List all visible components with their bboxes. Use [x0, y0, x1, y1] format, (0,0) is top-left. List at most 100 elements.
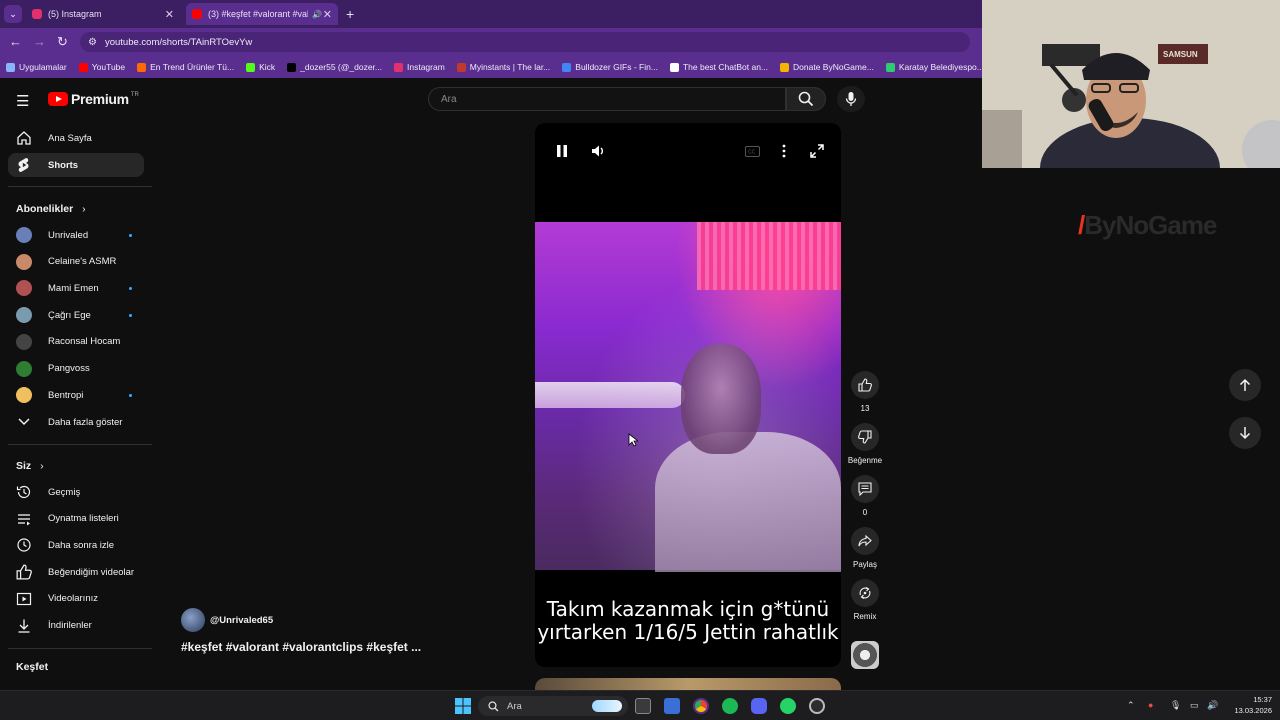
microsoft-store-icon[interactable] [664, 698, 680, 714]
windows-start-icon[interactable] [455, 698, 471, 714]
search-input[interactable]: Ara [428, 87, 786, 111]
youtube-premium-logo[interactable]: Premium TR [48, 91, 139, 107]
fullscreen-button[interactable] [807, 141, 827, 161]
bookmark-item[interactable]: Karatay Belediyespo... [885, 62, 982, 72]
tray-overflow-icon[interactable]: ⌃ [1127, 700, 1135, 711]
tab-youtube-short[interactable]: (3) #keşfet #valorant #valo 🔊 ✕ [186, 3, 338, 25]
svg-text:CC: CC [748, 149, 756, 155]
search-button[interactable] [786, 87, 826, 111]
sidebar-item-shorts[interactable]: Shorts [8, 153, 144, 177]
spotify-icon[interactable] [722, 698, 738, 714]
sidebar-channel-item[interactable]: Raconsal Hocam [8, 330, 144, 354]
steam-icon[interactable] [809, 698, 825, 714]
channel-avatar[interactable] [181, 608, 205, 632]
bookmark-item[interactable]: Uygulamalar [6, 62, 67, 72]
bookmark-favicon-icon [246, 62, 256, 72]
sidebar-item-download[interactable]: İndirilenler [8, 614, 144, 638]
sidebar-item-label: Videolarınız [48, 593, 98, 605]
bookmark-item[interactable]: Kick [246, 62, 275, 72]
close-tab-icon[interactable]: ✕ [323, 8, 332, 21]
bookmark-favicon-icon [78, 62, 88, 72]
more-options-button[interactable] [774, 141, 794, 161]
bookmark-item[interactable]: Bulldozer GIFs - Fin... [562, 62, 658, 72]
arrow-up-icon [1239, 378, 1251, 391]
sound-thumbnail[interactable] [851, 641, 879, 669]
reload-icon[interactable]: ↻ [57, 34, 68, 50]
chevron-right-icon: › [40, 460, 44, 472]
audio-playing-icon[interactable]: 🔊 [312, 10, 322, 19]
brand-text: ByNoGame [1084, 210, 1217, 240]
remix-button[interactable]: Remix [849, 579, 881, 621]
share-icon [858, 534, 872, 547]
network-icon[interactable]: ▭ [1190, 700, 1199, 711]
sidebar-item-video[interactable]: Videolarınız [8, 587, 144, 611]
sidebar-item-history[interactable]: Geçmiş [8, 480, 144, 504]
sidebar-item-home[interactable]: Ana Sayfa [8, 126, 144, 150]
video-title[interactable]: #keşfet #valorant #valorantclips #keşfet… [181, 640, 421, 654]
bookmark-favicon-icon [669, 62, 679, 72]
video-caption: Takım kazanmak için g*tünü yırtarken 1/1… [537, 597, 839, 644]
sidebar-channel-item[interactable]: Unrivaled [8, 223, 144, 247]
video-frame[interactable]: Takım kazanmak için g*tünü yırtarken 1/1… [535, 222, 841, 644]
bookmark-item[interactable]: Instagram [394, 62, 445, 72]
new-tab-button[interactable]: + [346, 6, 354, 22]
you-heading[interactable]: Siz › [16, 460, 44, 472]
sidebar-item-label: Pangvoss [48, 363, 90, 374]
playlist-icon [16, 511, 32, 527]
site-info-icon[interactable]: ⚙ [88, 37, 97, 48]
bookmark-item[interactable]: En Trend Ürünler Tü... [137, 62, 234, 72]
tab-instagram[interactable]: (5) Instagram ✕ [26, 3, 180, 25]
tab-list-button[interactable]: ⌄ [4, 5, 22, 23]
microphone-tray-icon[interactable]: 🎙 [1170, 700, 1181, 711]
address-bar[interactable]: ⚙ youtube.com/shorts/TAinRTOevYw [80, 32, 970, 52]
tray-app-icon[interactable]: ● [1148, 700, 1153, 710]
close-tab-icon[interactable]: ✕ [165, 8, 174, 21]
sidebar-item-playlist[interactable]: Oynatma listeleri [8, 507, 144, 531]
forward-icon[interactable]: → [33, 34, 46, 49]
browser-toolbar: ← → ↻ ⚙ youtube.com/shorts/TAinRTOevYw [0, 28, 982, 56]
previous-video-button[interactable] [1229, 369, 1261, 401]
like-count: 13 [860, 404, 870, 413]
bookmark-item[interactable]: Donate ByNoGame... [780, 62, 874, 72]
chevron-right-icon: › [82, 203, 86, 215]
discord-icon[interactable] [751, 698, 767, 714]
share-button[interactable]: Paylaş [849, 527, 881, 569]
sidebar-channel-item[interactable]: Pangvoss [8, 357, 144, 381]
dislike-button[interactable]: Beğenme [848, 423, 882, 465]
show-more-button[interactable]: Daha fazla göster [8, 410, 144, 434]
whatsapp-icon[interactable] [780, 698, 796, 714]
next-video-button[interactable] [1229, 417, 1261, 449]
pause-button[interactable] [552, 141, 572, 161]
sidebar-channel-item[interactable]: Çağrı Ege [8, 303, 144, 327]
bookmark-item[interactable]: _dozer55 (@_dozer... [287, 62, 382, 72]
captions-button[interactable]: CC [742, 141, 762, 161]
shorts-player[interactable]: Takım kazanmak için g*tünü yırtarken 1/1… [535, 123, 841, 667]
bookmark-label: YouTube [91, 62, 126, 72]
back-icon[interactable]: ← [9, 34, 22, 49]
bookmark-item[interactable]: YouTube [78, 62, 126, 72]
bookmark-item[interactable]: Myinstants | The lar... [456, 62, 550, 72]
taskbar-search[interactable]: Ara [478, 696, 628, 716]
next-short-preview[interactable] [535, 678, 841, 690]
bookmark-item[interactable]: The best ChatBot an... [669, 62, 768, 72]
comments-button[interactable]: 0 [849, 475, 881, 517]
task-view-icon[interactable] [635, 698, 651, 714]
voice-search-button[interactable] [837, 86, 865, 112]
new-content-dot [129, 313, 132, 317]
sidebar-channel-item[interactable]: Celaine's ASMR [8, 250, 144, 274]
system-clock[interactable]: 15:37 13.03.2026 [1222, 694, 1272, 716]
sidebar-item-clock[interactable]: Daha sonra izle [8, 533, 144, 557]
chrome-icon[interactable] [693, 698, 709, 714]
speaker-icon[interactable]: 🔊 [1207, 700, 1218, 711]
bookmarks-bar: Uygulamalar YouTube En Trend Ürünler Tü...… [0, 56, 982, 78]
bookmark-favicon-icon [456, 62, 466, 72]
sidebar-channel-item[interactable]: Bentropi [8, 383, 144, 407]
bookmark-favicon-icon [885, 62, 895, 72]
sidebar-item-like[interactable]: Beğendiğim videolar [8, 560, 144, 584]
channel-name[interactable]: @Unrivaled65 [210, 615, 273, 626]
menu-icon[interactable]: ☰ [16, 92, 32, 110]
like-button[interactable]: 13 [849, 371, 881, 413]
volume-button[interactable] [588, 141, 608, 161]
subscriptions-heading[interactable]: Abonelikler › [16, 203, 86, 215]
sidebar-channel-item[interactable]: Mami Emen [8, 276, 144, 300]
